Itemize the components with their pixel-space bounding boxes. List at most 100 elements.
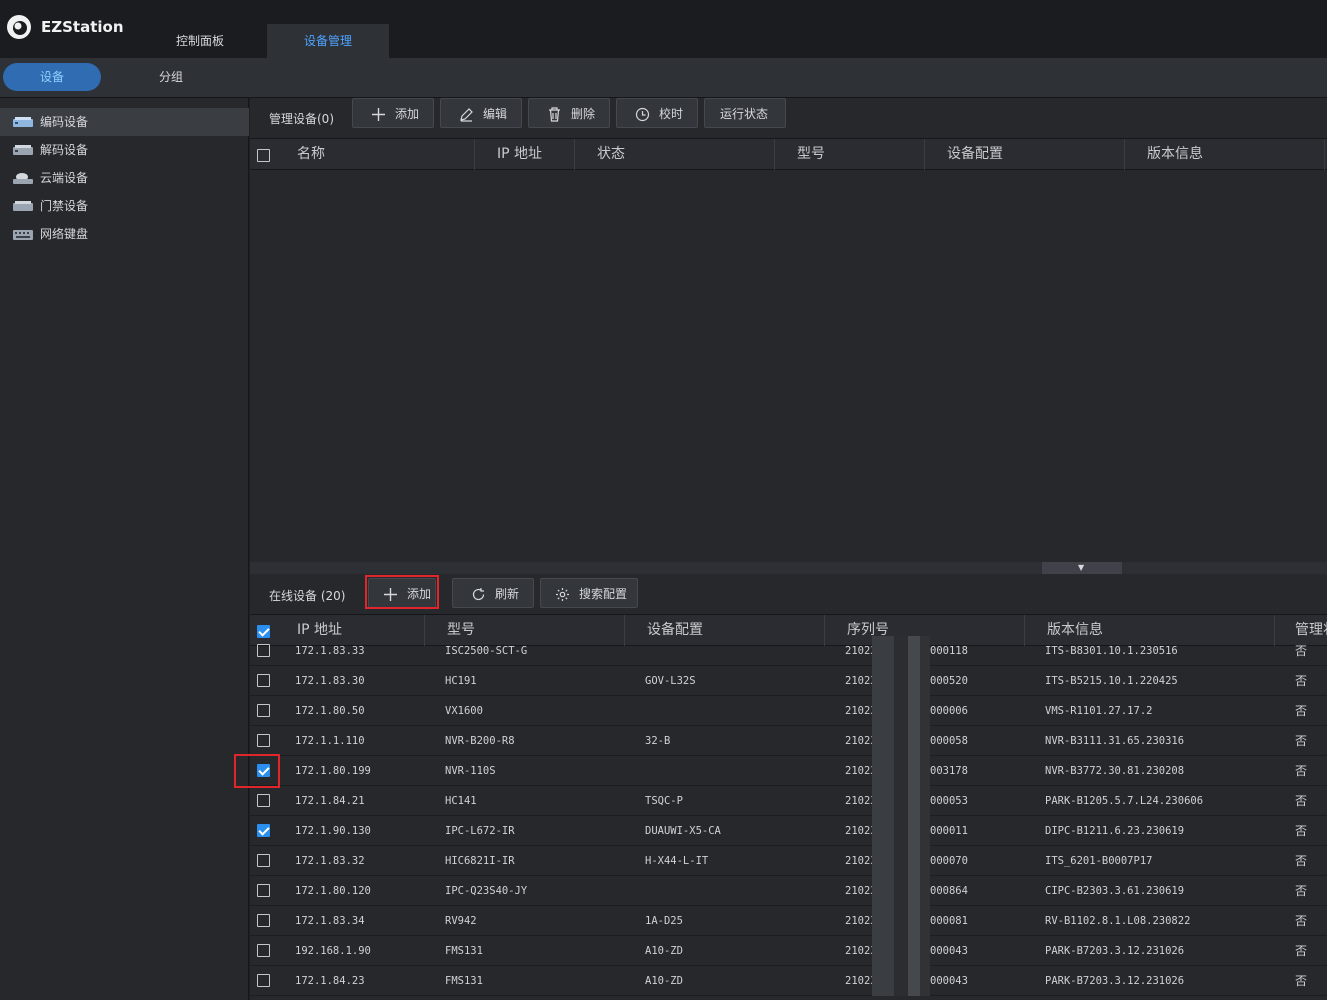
sidebar-item-cloud[interactable]: 云端设备 xyxy=(0,164,249,192)
encoder-device-icon xyxy=(13,117,33,127)
trash-icon xyxy=(549,107,560,122)
managed-delete-label: 删除 xyxy=(571,107,596,121)
row-model: ISC2500-SCT-G xyxy=(445,645,528,657)
row-config: 1A-D25 xyxy=(645,915,683,927)
row-config: H-X44-L-IT xyxy=(645,855,709,867)
managed-col-status[interactable]: 状态 xyxy=(575,139,775,170)
table-row[interactable]: 172.1.1.110 NVR-B200-R8 32-B 21023 000058 NVR… xyxy=(250,726,1327,756)
row-managed: 否 xyxy=(1295,824,1308,838)
main-panel: 管理设备(0) 添加 编辑 删除 校时 运行状态 名称 IP 地址 状态 型号 … xyxy=(250,98,1327,1000)
managed-select-all-checkbox[interactable] xyxy=(257,149,270,162)
row-serial-suffix: 000864 xyxy=(930,885,968,897)
row-version: ITS-B5215.10.1.220425 xyxy=(1045,675,1178,687)
row-version: ITS_6201-B0007P17 xyxy=(1045,855,1153,867)
row-checkbox[interactable] xyxy=(257,944,270,957)
row-serial-suffix: 000520 xyxy=(930,675,968,687)
managed-col-ip[interactable]: IP 地址 xyxy=(475,139,575,170)
managed-add-button[interactable]: 添加 xyxy=(352,98,434,128)
serial-redaction-mosaic xyxy=(872,696,930,726)
managed-col-version[interactable]: 版本信息 xyxy=(1125,139,1325,170)
online-refresh-button[interactable]: 刷新 xyxy=(452,578,534,608)
row-managed: 否 xyxy=(1295,704,1308,718)
serial-redaction-mosaic xyxy=(872,966,930,996)
tab-control-panel[interactable]: 控制面板 xyxy=(140,24,260,58)
table-row[interactable]: 172.1.80.120 IPC-Q23S40-JY 21023 000864 CIPC… xyxy=(250,876,1327,906)
managed-col-config[interactable]: 设备配置 xyxy=(925,139,1125,170)
row-checkbox[interactable] xyxy=(257,794,270,807)
row-managed: 否 xyxy=(1295,794,1308,808)
row-checkbox[interactable] xyxy=(257,824,270,837)
online-devices-toolbar: 在线设备 (20) 添加 刷新 搜索配置 xyxy=(250,574,1327,614)
table-row[interactable]: 172.1.83.32 HIC6821I-IR H-X44-L-IT 21023 000… xyxy=(250,846,1327,876)
plus-icon xyxy=(384,588,397,601)
managed-edit-label: 编辑 xyxy=(483,107,508,121)
online-add-label: 添加 xyxy=(407,587,432,601)
serial-redaction-mosaic xyxy=(872,666,930,696)
row-model: IPC-Q23S40-JY xyxy=(445,885,528,897)
table-row[interactable]: 172.1.83.34 RV942 1A-D25 21023 000081 RV-B110… xyxy=(250,906,1327,936)
row-serial-suffix: 000053 xyxy=(930,795,968,807)
sidebar-item-encoder[interactable]: 编码设备 xyxy=(0,108,249,136)
row-version: RV-B1102.8.1.L08.230822 xyxy=(1045,915,1191,927)
managed-table-header: 名称 IP 地址 状态 型号 设备配置 版本信息 xyxy=(250,138,1327,170)
panel-splitter[interactable]: ▼ xyxy=(250,562,1327,574)
sidebar-item-decoder[interactable]: 解码设备 xyxy=(0,136,249,164)
table-row[interactable]: 172.1.90.130 IPC-L672-IR DUAUWI-X5-CA 21023… xyxy=(250,816,1327,846)
sidebar-item-access-control[interactable]: 门禁设备 xyxy=(0,192,249,220)
row-checkbox[interactable] xyxy=(257,644,270,657)
row-serial-suffix: 000043 xyxy=(930,975,968,987)
decoder-device-icon xyxy=(13,145,33,155)
table-row[interactable]: 172.1.84.21 HC141 TSQC-P 21023 000053 PARK-B1… xyxy=(250,786,1327,816)
refresh-icon xyxy=(472,588,485,601)
managed-delete-button[interactable]: 删除 xyxy=(528,98,610,128)
table-row[interactable]: 172.1.80.50 VX1600 21023 000006 VMS-R1101.27… xyxy=(250,696,1327,726)
serial-redaction-mosaic xyxy=(872,726,930,756)
row-checkbox[interactable] xyxy=(257,914,270,927)
plus-icon xyxy=(372,108,385,121)
row-checkbox[interactable] xyxy=(257,974,270,987)
row-checkbox[interactable] xyxy=(257,704,270,717)
row-serial-suffix: 000081 xyxy=(930,915,968,927)
splitter-collapse-handle[interactable]: ▼ xyxy=(1042,562,1122,574)
table-row[interactable]: 172.1.83.33 ISC2500-SCT-G 21023 000118 ITS-B… xyxy=(250,636,1327,666)
row-serial-suffix: 000058 xyxy=(930,735,968,747)
row-config: TSQC-P xyxy=(645,795,683,807)
row-model: HIC6821I-IR xyxy=(445,855,515,867)
row-serial-suffix: 000043 xyxy=(930,945,968,957)
managed-col-name[interactable]: 名称 xyxy=(275,139,475,170)
row-managed: 否 xyxy=(1295,764,1308,778)
table-row[interactable]: 172.1.83.30 HC191 GOV-L32S 21023 000520 ITS-B… xyxy=(250,666,1327,696)
managed-timesync-button[interactable]: 校时 xyxy=(616,98,698,128)
gear-icon xyxy=(556,588,569,601)
table-row[interactable]: 172.1.80.199 NVR-110S 21023 003178 NVR-B3772… xyxy=(250,756,1327,786)
subtab-groups[interactable]: 分组 xyxy=(122,63,220,91)
serial-redaction-mosaic xyxy=(872,876,930,906)
table-row[interactable]: 172.1.84.23 FMS131 A10-ZD 21023 000043 PARK-B… xyxy=(250,966,1327,996)
row-config: GOV-L32S xyxy=(645,675,696,687)
online-refresh-label: 刷新 xyxy=(495,587,520,601)
row-checkbox[interactable] xyxy=(257,884,270,897)
online-search-config-button[interactable]: 搜索配置 xyxy=(540,578,638,608)
row-checkbox[interactable] xyxy=(257,764,270,777)
online-search-config-label: 搜索配置 xyxy=(579,587,628,601)
row-checkbox[interactable] xyxy=(257,854,270,867)
subtab-devices[interactable]: 设备 xyxy=(3,63,101,91)
serial-redaction-mosaic xyxy=(872,756,930,786)
row-ip: 172.1.83.34 xyxy=(295,915,365,927)
managed-status-button[interactable]: 运行状态 xyxy=(704,98,786,128)
row-version: ITS-B8301.10.1.230516 xyxy=(1045,645,1178,657)
row-config: A10-ZD xyxy=(645,945,683,957)
serial-redaction-mosaic xyxy=(872,816,930,846)
row-checkbox[interactable] xyxy=(257,734,270,747)
row-serial-suffix: 003178 xyxy=(930,765,968,777)
managed-edit-button[interactable]: 编辑 xyxy=(440,98,522,128)
row-config: DUAUWI-X5-CA xyxy=(645,825,721,837)
tab-device-management[interactable]: 设备管理 xyxy=(267,24,389,58)
online-add-button[interactable]: 添加 xyxy=(368,578,436,608)
sidebar-item-network-keyboard[interactable]: 网络键盘 xyxy=(0,220,249,248)
table-row[interactable]: 192.168.1.90 FMS131 A10-ZD 21023 000043 PARK-… xyxy=(250,936,1327,966)
managed-col-model[interactable]: 型号 xyxy=(775,139,925,170)
row-version: PARK-B1205.5.7.L24.230606 xyxy=(1045,795,1204,807)
row-ip: 172.1.84.23 xyxy=(295,975,365,987)
row-checkbox[interactable] xyxy=(257,674,270,687)
